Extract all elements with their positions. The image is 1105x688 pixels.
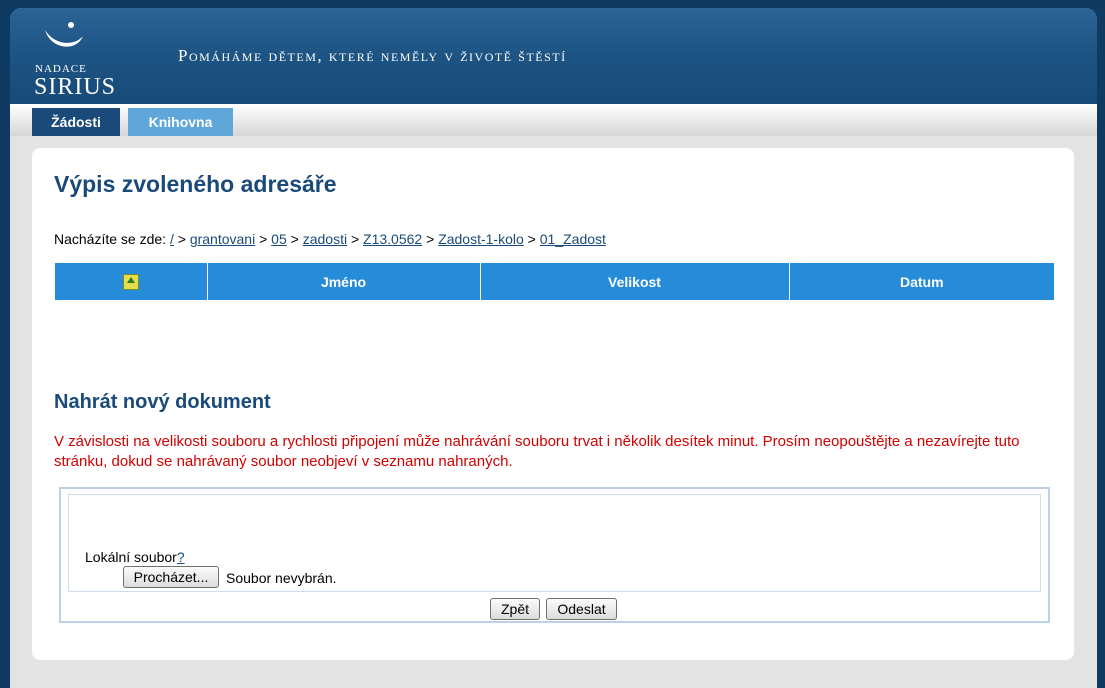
submit-button[interactable]: Odeslat <box>546 598 617 620</box>
breadcrumb-link-z13-0562[interactable]: Z13.0562 <box>363 231 422 247</box>
browse-button[interactable]: Procházet... <box>123 566 219 588</box>
upload-warning: V závislosti na velikosti souboru a rych… <box>54 433 1020 470</box>
table-header-name[interactable]: Jméno <box>206 263 480 300</box>
breadcrumb-separator: > <box>527 231 536 247</box>
upload-fieldset: Lokální soubor? Procházet... Soubor nevy… <box>68 494 1041 592</box>
table-header-row: Jméno Velikost Datum <box>55 263 1054 300</box>
page-frame: NADACE SIRIUS Pomáháme dětem, které nemě… <box>10 8 1097 688</box>
no-file-text: Soubor nevybrán. <box>226 570 337 586</box>
table-header-size[interactable]: Velikost <box>479 263 789 300</box>
breadcrumb-link-grantovani[interactable]: grantovani <box>190 231 255 247</box>
table-header-date[interactable]: Datum <box>788 263 1054 300</box>
help-link[interactable]: ? <box>177 549 185 565</box>
back-button[interactable]: Zpět <box>490 598 540 620</box>
breadcrumb-link-root[interactable]: / <box>170 231 174 247</box>
tab-knihovna[interactable]: Knihovna <box>128 108 233 136</box>
breadcrumb-link-zadosti[interactable]: zadosti <box>303 231 347 247</box>
moon-logo-icon <box>45 22 83 47</box>
site-tagline: Pomáháme dětem, které neměly v životě št… <box>178 46 567 65</box>
breadcrumb-separator: > <box>290 231 299 247</box>
page-title: Výpis zvoleného adresáře <box>54 171 337 197</box>
breadcrumb-separator: > <box>177 231 186 247</box>
sirius-logo[interactable]: NADACE SIRIUS <box>32 16 132 100</box>
breadcrumb-separator: > <box>350 231 360 247</box>
breadcrumb-link-01-zadost[interactable]: 01_Zadost <box>540 231 606 247</box>
breadcrumb-separator: > <box>426 231 435 247</box>
breadcrumb-separator: > <box>259 231 268 247</box>
upload-section-title: Nahrát nový dokument <box>54 391 271 413</box>
breadcrumb-prefix: Nacházíte se zde: <box>54 231 167 247</box>
local-file-label: Lokální soubor <box>85 549 177 565</box>
site-header: NADACE SIRIUS Pomáháme dětem, které nemě… <box>10 8 1097 104</box>
local-file-label-row: Lokální soubor? <box>85 549 185 565</box>
upload-form: Lokální soubor? Procházet... Soubor nevy… <box>59 487 1050 623</box>
logo-big-text: SIRIUS <box>34 74 117 100</box>
tab-bar: Žádosti Knihovna <box>10 104 1097 136</box>
table-header-up <box>55 263 207 300</box>
content-panel: Výpis zvoleného adresáře Nacházíte se zd… <box>32 148 1074 660</box>
file-table: Jméno Velikost Datum <box>55 263 1054 300</box>
folder-up-icon[interactable] <box>122 274 139 291</box>
breadcrumb: Nacházíte se zde: / > grantovani > 05 > … <box>54 231 606 247</box>
breadcrumb-link-zadost-1-kolo[interactable]: Zadost-1-kolo <box>438 231 524 247</box>
breadcrumb-link-05[interactable]: 05 <box>271 231 287 247</box>
tab-zadosti[interactable]: Žádosti <box>32 108 120 136</box>
